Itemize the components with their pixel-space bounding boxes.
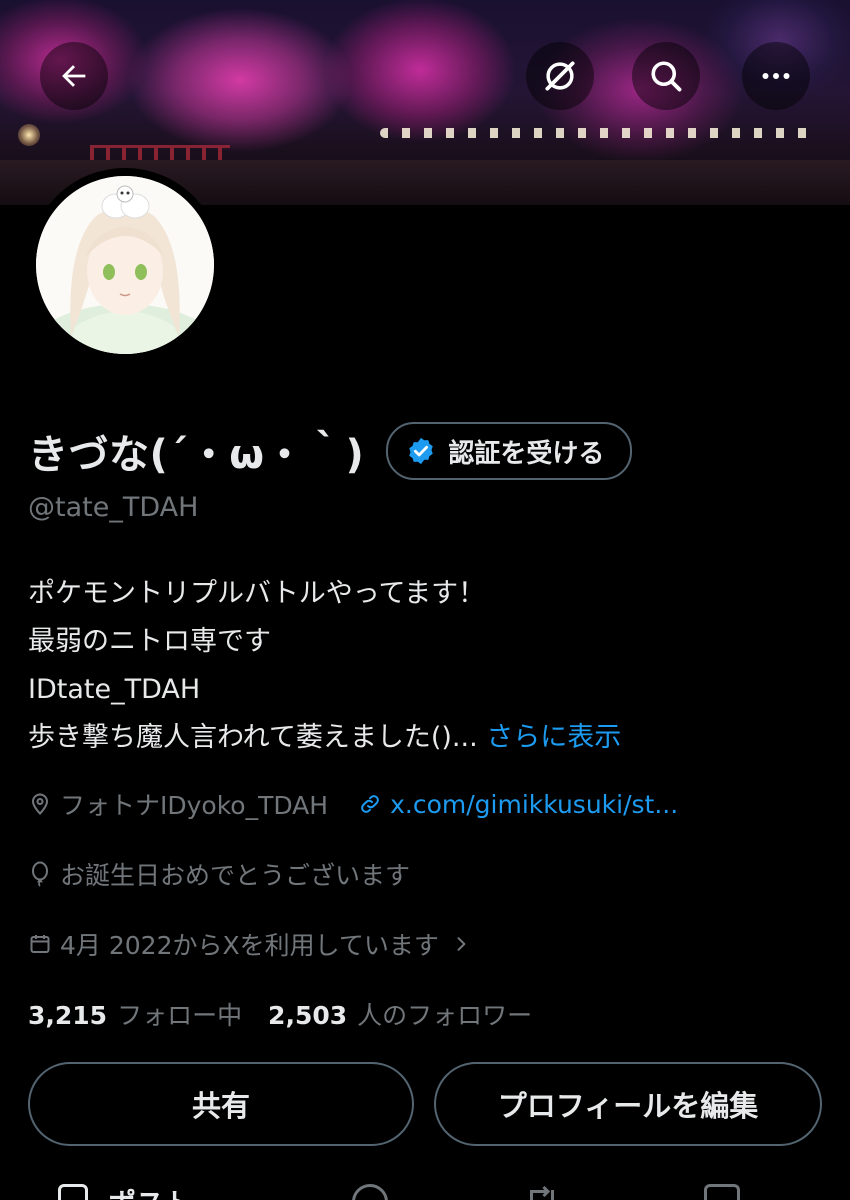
location-row: フォトナIDyoko_TDAH x.com/gimikkusuki/st... xyxy=(28,786,822,822)
share-label: 共有 xyxy=(191,1089,250,1123)
bio-line: 歩き撃ち魔人言われて萎えました()... xyxy=(28,722,478,753)
replies-tab-icon[interactable] xyxy=(352,1184,388,1200)
get-verified-label: 認証を受ける xyxy=(448,438,605,469)
grok-icon xyxy=(545,61,575,91)
link-icon xyxy=(358,792,382,816)
followers-count: 2,503 xyxy=(268,1001,348,1030)
balloon-icon xyxy=(28,861,52,887)
following-label: フォロー中 xyxy=(117,1001,243,1030)
avatar[interactable] xyxy=(28,168,222,362)
bio-line: 最弱のニトロ専です xyxy=(28,626,271,657)
media-tab-icon[interactable] xyxy=(704,1184,740,1200)
profile-link[interactable]: x.com/gimikkusuki/st... xyxy=(358,790,678,819)
joined-row[interactable]: 4月 2022からXを利用しています xyxy=(28,926,822,962)
bio-line: ポケモントリプルバトルやってます！ xyxy=(28,578,486,609)
show-more-link[interactable]: さらに表示 xyxy=(486,722,621,753)
grok-button[interactable] xyxy=(526,42,594,110)
verified-badge-icon xyxy=(409,437,434,465)
tab-bar: ポスト xyxy=(0,1178,850,1200)
back-button[interactable] xyxy=(40,42,108,110)
following-link[interactable]: 3,215 フォロー中 xyxy=(28,1001,242,1030)
joined-text: 4月 2022からXを利用しています xyxy=(60,931,439,960)
bio-line: IDtate_TDAH xyxy=(28,674,201,705)
bio: ポケモントリプルバトルやってます！ 最弱のニトロ専です IDtate_TDAH … xyxy=(28,570,822,762)
location-pin-icon xyxy=(28,792,52,816)
following-count: 3,215 xyxy=(28,1001,108,1030)
search-button[interactable] xyxy=(632,42,700,110)
chevron-right-icon xyxy=(451,934,471,954)
avatar-illustration xyxy=(36,176,214,354)
follow-counts: 3,215 フォロー中 2,503 人のフォロワー xyxy=(28,996,822,1032)
search-icon xyxy=(651,61,682,92)
tab-posts[interactable]: ポスト xyxy=(108,1182,192,1200)
handle: @tate_TDAH xyxy=(28,492,199,523)
more-button[interactable] xyxy=(742,42,810,110)
more-horizontal-icon xyxy=(762,73,790,79)
posts-tab-icon xyxy=(58,1184,88,1200)
get-verified-button[interactable]: 認証を受ける xyxy=(386,422,633,480)
banner-lamp xyxy=(18,124,40,146)
share-button[interactable]: 共有 xyxy=(28,1062,414,1146)
repost-tab-icon[interactable] xyxy=(524,1184,560,1200)
display-name: きづな(´・ω・｀) xyxy=(28,432,365,478)
calendar-icon xyxy=(28,932,52,956)
birthday-row: お誕生日おめでとうございます xyxy=(28,856,822,892)
edit-profile-button[interactable]: プロフィールを編集 xyxy=(434,1062,822,1146)
edit-profile-label: プロフィールを編集 xyxy=(497,1089,759,1123)
followers-link[interactable]: 2,503 人のフォロワー xyxy=(268,1001,532,1030)
banner-lanterns xyxy=(380,128,820,138)
followers-label: 人のフォロワー xyxy=(357,1001,533,1030)
birthday-text: お誕生日おめでとうございます xyxy=(60,861,411,890)
arrow-left-icon xyxy=(62,65,86,87)
bio-line-last: 歩き撃ち魔人言われて萎えました()... さらに表示 xyxy=(28,714,822,762)
profile-link-text: x.com/gimikkusuki/st... xyxy=(390,789,679,819)
location-text: フォトナIDyoko_TDAH xyxy=(60,791,329,820)
name-row: きづな(´・ω・｀) 認証を受ける xyxy=(28,420,822,482)
